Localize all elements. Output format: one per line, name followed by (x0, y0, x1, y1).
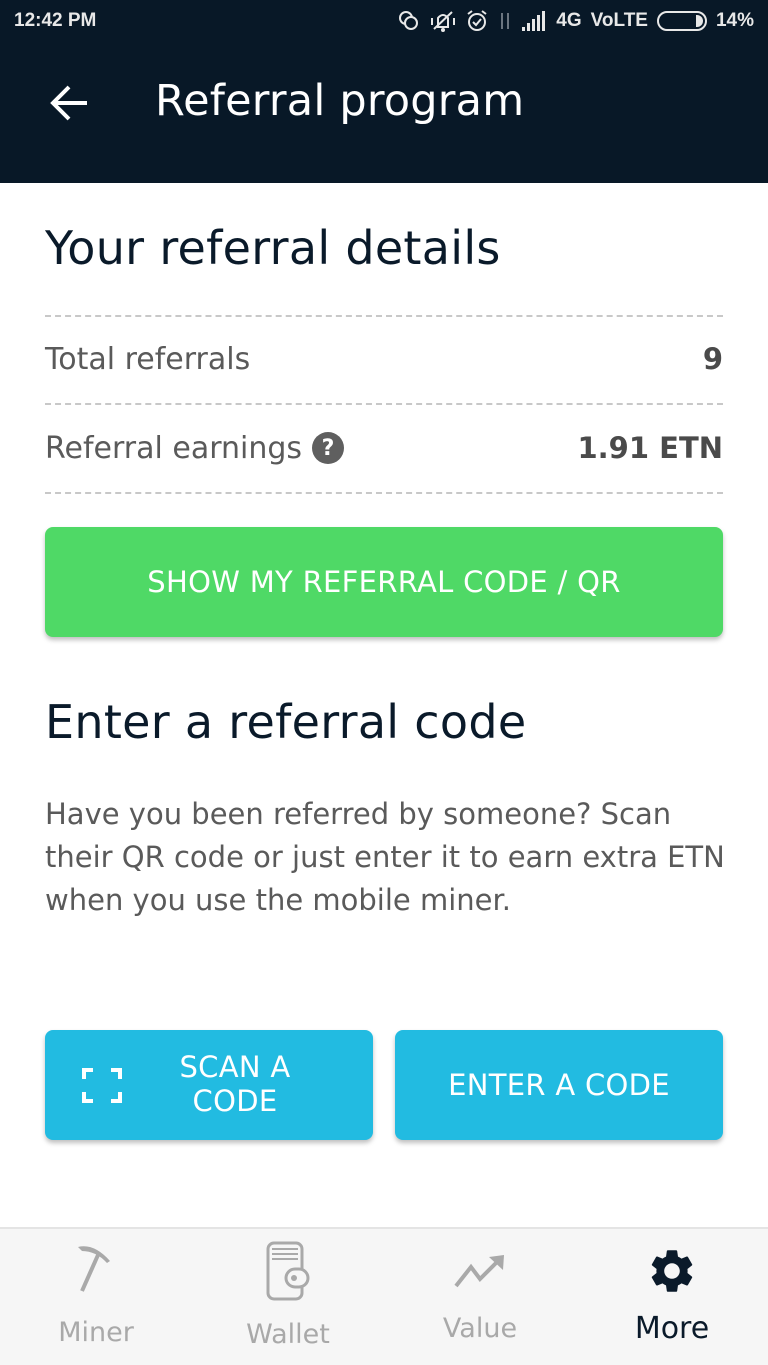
referral-earnings-value: 1.91 ETN (577, 431, 723, 465)
app-bar: Referral program (0, 42, 768, 183)
nav-label-wallet: Wallet (246, 1319, 330, 1350)
enter-code-button[interactable]: ENTER A CODE (395, 1030, 723, 1140)
nav-item-miner[interactable]: Miner (0, 1229, 192, 1365)
total-referrals-row: Total referrals 9 (45, 329, 723, 389)
nav-item-value[interactable]: Value (384, 1229, 576, 1365)
divider (45, 403, 723, 405)
muted-vibrate-icon (430, 9, 456, 33)
status-icons: 4G VoLTE 14% (397, 9, 754, 33)
nav-label-more: More (634, 1311, 710, 1346)
question-circle-icon[interactable]: ? (312, 432, 345, 464)
signal-icon (521, 10, 547, 32)
nav-item-more[interactable]: More (576, 1229, 768, 1365)
trending-up-icon (453, 1255, 507, 1293)
nav-label-value: Value (442, 1313, 518, 1344)
show-referral-code-button[interactable]: SHOW MY REFERRAL CODE / QR (45, 527, 723, 637)
total-referrals-label: Total referrals (45, 341, 251, 377)
referral-earnings-label: Referral earnings (45, 430, 303, 466)
battery-icon (656, 11, 707, 31)
status-time: 12:42 PM (14, 10, 97, 31)
scan-frame-icon (82, 1067, 122, 1104)
arrow-left-icon (47, 83, 91, 127)
enter-code-description: Have you been referred by someone? Scan … (45, 797, 725, 917)
divider (45, 315, 723, 317)
scan-label-line1: SCAN A (179, 1050, 291, 1084)
wallet-icon (266, 1241, 310, 1305)
gear-icon (646, 1245, 698, 1301)
referral-details-heading: Your referral details (45, 221, 501, 275)
alarm-icon (465, 9, 489, 33)
enter-referral-code-heading: Enter a referral code (45, 695, 527, 749)
back-button[interactable] (44, 80, 94, 130)
network-type: 4G (556, 10, 582, 31)
scan-code-label: SCAN A CODE (145, 1050, 325, 1118)
volte-label: VoLTE (590, 10, 648, 31)
divider (45, 492, 723, 494)
bottom-nav: Miner Wallet Value More (0, 1227, 768, 1365)
nav-label-miner: Miner (58, 1317, 134, 1348)
total-referrals-value: 9 (702, 342, 723, 376)
pickaxe-icon (74, 1243, 118, 1297)
page-title: Referral program (155, 76, 525, 126)
status-bar: 12:42 PM 4G VoLTE 14% (0, 0, 768, 42)
battery-percent: 14% (715, 10, 754, 31)
referral-earnings-label-group: Referral earnings ? (45, 430, 345, 466)
referral-earnings-row: Referral earnings ? 1.91 ETN (45, 418, 723, 478)
data-transfer-icon (498, 9, 512, 33)
nav-item-wallet[interactable]: Wallet (192, 1229, 384, 1365)
sync-icon (397, 9, 421, 33)
scan-label-line2: CODE (192, 1084, 278, 1118)
scan-code-button[interactable]: SCAN A CODE (45, 1030, 373, 1140)
